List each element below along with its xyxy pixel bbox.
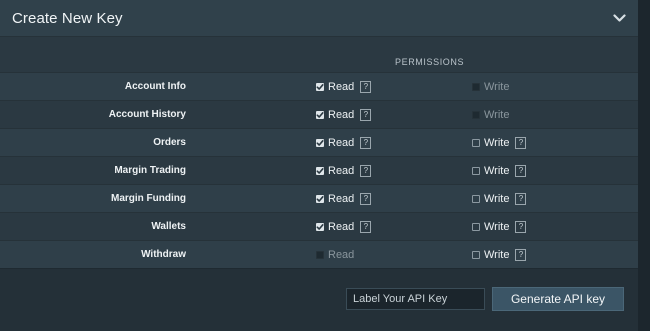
read-permission[interactable]: Read? (316, 73, 372, 101)
read-label: Read (328, 137, 355, 149)
help-icon[interactable]: ? (360, 221, 372, 233)
read-checkbox[interactable] (316, 167, 324, 175)
permission-row: Account History Read? Write (0, 100, 638, 128)
read-checkbox[interactable] (316, 195, 324, 203)
write-label: Write (484, 109, 510, 121)
help-icon[interactable]: ? (360, 193, 372, 205)
permission-row-label: Account History (108, 109, 186, 120)
write-permission: Write (472, 101, 509, 129)
read-label: Read (328, 221, 355, 233)
write-permission[interactable]: Write? (472, 241, 527, 269)
permission-row: Withdraw Read Write? (0, 240, 638, 268)
help-icon[interactable]: ? (360, 81, 372, 93)
api-key-label-input[interactable] (346, 288, 485, 310)
read-label: Read (328, 165, 355, 177)
read-label: Read (328, 249, 355, 261)
read-checkbox[interactable] (316, 223, 324, 231)
write-checkbox[interactable] (472, 139, 480, 147)
panel-title: Create New Key (12, 9, 123, 27)
permissions-heading: PERMISSIONS (395, 57, 465, 67)
read-permission[interactable]: Read? (316, 185, 372, 213)
write-label: Write (484, 193, 510, 205)
permission-row: Wallets Read? Write? (0, 212, 638, 240)
chevron-down-icon[interactable] (612, 11, 626, 25)
create-key-panel: Create New Key PERMISSIONS Account Info R… (0, 0, 638, 331)
read-label: Read (328, 193, 355, 205)
write-permission: Write (472, 73, 509, 101)
write-checkbox[interactable] (472, 195, 480, 203)
read-permission[interactable]: Read? (316, 213, 372, 241)
read-label: Read (328, 81, 355, 93)
scrollbar[interactable] (638, 0, 650, 331)
generate-api-key-button[interactable]: Generate API key (492, 287, 624, 311)
permission-row: Margin Trading Read? Write? (0, 156, 638, 184)
permission-row-label: Withdraw (141, 249, 186, 260)
permission-row-label: Margin Funding (111, 193, 186, 204)
help-icon[interactable]: ? (515, 193, 527, 205)
read-checkbox (316, 251, 324, 259)
read-permission[interactable]: Read? (316, 157, 372, 185)
help-icon[interactable]: ? (515, 137, 527, 149)
panel-header[interactable]: Create New Key (0, 0, 638, 37)
read-permission[interactable]: Read? (316, 101, 372, 129)
permission-row-label: Orders (153, 137, 186, 148)
write-permission[interactable]: Write? (472, 129, 527, 157)
permission-row: Orders Read? Write? (0, 128, 638, 156)
read-permission[interactable]: Read? (316, 129, 372, 157)
help-icon[interactable]: ? (515, 221, 527, 233)
write-label: Write (484, 221, 510, 233)
read-permission: Read (316, 241, 354, 269)
write-checkbox[interactable] (472, 251, 480, 259)
read-label: Read (328, 109, 355, 121)
permission-row: Margin Funding Read? Write? (0, 184, 638, 212)
write-checkbox (472, 111, 480, 119)
write-permission[interactable]: Write? (472, 157, 527, 185)
help-icon[interactable]: ? (515, 165, 527, 177)
permission-row-label: Margin Trading (114, 165, 186, 176)
write-permission[interactable]: Write? (472, 185, 527, 213)
write-checkbox[interactable] (472, 167, 480, 175)
help-icon[interactable]: ? (360, 109, 372, 121)
write-label: Write (484, 81, 510, 93)
write-label: Write (484, 137, 510, 149)
read-checkbox[interactable] (316, 139, 324, 147)
write-permission[interactable]: Write? (472, 213, 527, 241)
permission-row-label: Wallets (151, 221, 186, 232)
write-checkbox (472, 83, 480, 91)
write-label: Write (484, 249, 510, 261)
write-checkbox[interactable] (472, 223, 480, 231)
read-checkbox[interactable] (316, 83, 324, 91)
permissions-table: Account Info Read? Write Account History Rea… (0, 72, 638, 268)
permission-row-label: Account Info (124, 81, 186, 92)
write-label: Write (484, 165, 510, 177)
help-icon[interactable]: ? (360, 165, 372, 177)
read-checkbox[interactable] (316, 111, 324, 119)
permission-row: Account Info Read? Write (0, 72, 638, 100)
help-icon[interactable]: ? (515, 249, 527, 261)
help-icon[interactable]: ? (360, 137, 372, 149)
